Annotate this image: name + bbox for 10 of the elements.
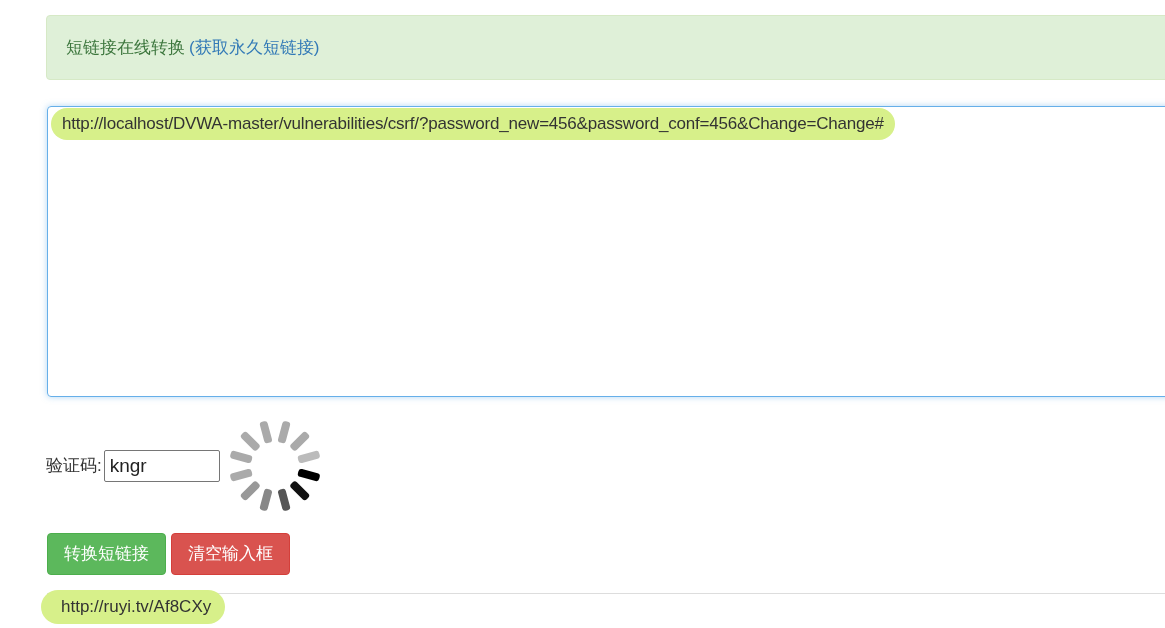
url-textarea[interactable]: http://localhost/DVWA-master/vulnerabilities/csrf/?password_new=456&password_conf=456&Change=Change#	[47, 106, 1165, 397]
captcha-value: kngr	[109, 453, 147, 478]
convert-button[interactable]: 转换短链接	[47, 533, 166, 575]
url-text: http://localhost/DVWA-master/vulnerabilities/csrf/?password_new=456&password_conf=456&Change=Change#	[51, 108, 895, 140]
clear-button[interactable]: 清空输入框	[171, 533, 290, 575]
captcha-label: 验证码:	[46, 455, 102, 478]
captcha-input[interactable]: kngr	[103, 450, 220, 482]
permanent-link[interactable]: (获取永久短链接)	[189, 34, 320, 61]
short-url-text: http://ruyi.tv/Af8CXy	[41, 590, 226, 624]
alert-title: 短链接在线转换	[66, 36, 185, 59]
